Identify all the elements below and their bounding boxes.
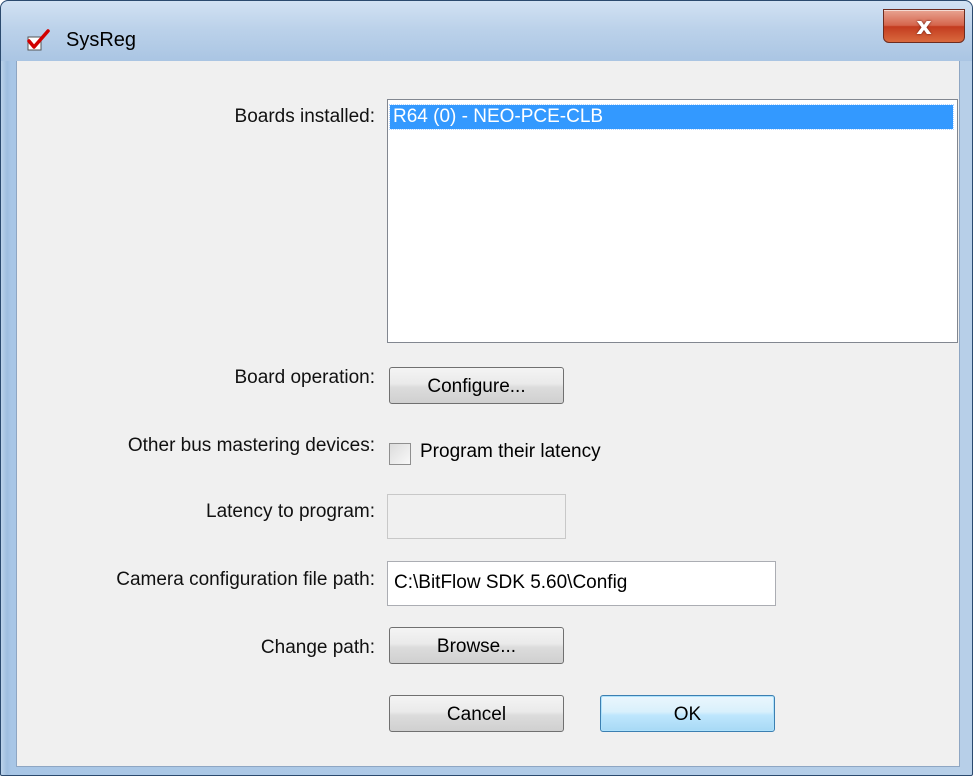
window-title: SysReg xyxy=(66,29,137,51)
dialog-client-area: Boards installed: R64 (0) - NEO-PCE-CLB … xyxy=(16,61,960,767)
cancel-button[interactable]: Cancel xyxy=(389,695,564,732)
change-path-label: Change path: xyxy=(260,637,375,658)
list-item[interactable]: R64 (0) - NEO-PCE-CLB xyxy=(389,104,954,130)
ok-button[interactable]: OK xyxy=(600,695,775,732)
camera-path-label: Camera configuration file path: xyxy=(116,569,375,590)
camera-path-field[interactable]: C:\BitFlow SDK 5.60\Config xyxy=(387,561,776,606)
boards-installed-label: Boards installed: xyxy=(234,106,375,127)
boards-listbox[interactable]: R64 (0) - NEO-PCE-CLB xyxy=(387,99,958,343)
red-checkmark-icon xyxy=(27,29,50,51)
browse-button[interactable]: Browse... xyxy=(389,627,564,664)
other-bus-label: Other bus mastering devices: xyxy=(127,435,375,456)
close-icon: x xyxy=(916,12,932,40)
latency-label: Latency to program: xyxy=(206,501,375,522)
board-operation-label: Board operation: xyxy=(234,367,376,388)
sysreg-window: SysReg x Boards installed: R64 (0) - NEO… xyxy=(0,0,973,776)
program-latency-checkbox[interactable] xyxy=(389,443,411,465)
latency-field xyxy=(387,494,566,539)
program-latency-label[interactable]: Program their latency xyxy=(420,441,601,463)
title-bar[interactable]: SysReg x xyxy=(1,1,972,61)
close-button[interactable]: x xyxy=(883,9,965,43)
configure-button[interactable]: Configure... xyxy=(389,367,564,404)
